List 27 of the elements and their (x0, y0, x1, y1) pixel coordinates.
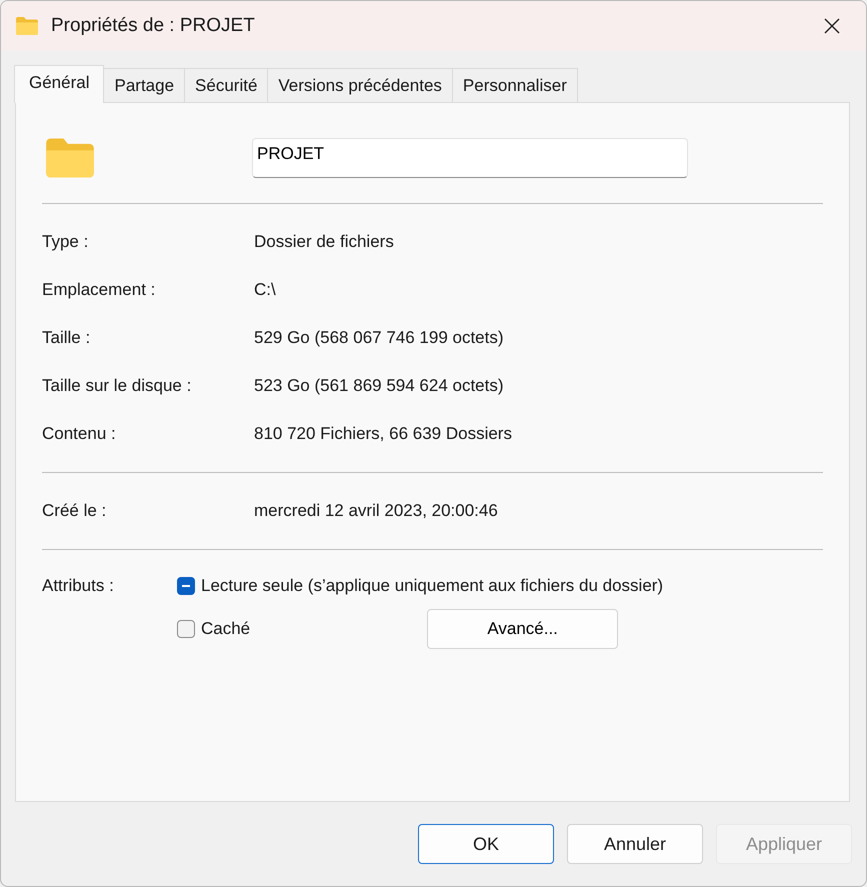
tab[interactable]: Général (14, 65, 104, 103)
property-label: Contenu : (42, 424, 117, 444)
property-label: Emplacement : (42, 280, 156, 300)
property-value: 529 Go (568 067 746 199 octets) (254, 328, 504, 348)
window-title: Propriétés de : PROJET (51, 15, 256, 37)
checkbox-label[interactable]: Caché (201, 619, 250, 639)
advanced-button[interactable]: Avancé... (427, 609, 618, 649)
tab[interactable]: Personnaliser (452, 68, 578, 102)
dialog-button[interactable]: OK (418, 824, 554, 864)
checkbox[interactable] (177, 577, 195, 595)
dialog-button[interactable]: Annuler (567, 824, 703, 864)
checkbox[interactable] (177, 620, 195, 638)
checkbox-label[interactable]: Lecture seule (s’applique uniquement aux fichiers du dossier) (201, 576, 664, 596)
folder-icon (15, 16, 39, 36)
close-icon (824, 18, 840, 34)
property-value: mercredi 12 avril 2023, 20:00:46 (254, 501, 498, 521)
name-field[interactable]: PROJET (252, 138, 688, 178)
property-value: 810 720 Fichiers, 66 639 Dossiers (254, 424, 512, 444)
property-label: Taille : (42, 328, 92, 348)
property-value: 523 Go (561 869 594 624 octets) (254, 376, 504, 396)
property-label: Type : (42, 232, 90, 252)
folder-icon (44, 136, 96, 180)
property-value: Dossier de fichiers (254, 232, 394, 252)
attributes-label: Attributs : (42, 576, 115, 597)
property-value: C:\ (254, 280, 276, 300)
property-label: Taille sur le disque : (42, 376, 192, 396)
property-label: Créé le : (42, 501, 108, 521)
